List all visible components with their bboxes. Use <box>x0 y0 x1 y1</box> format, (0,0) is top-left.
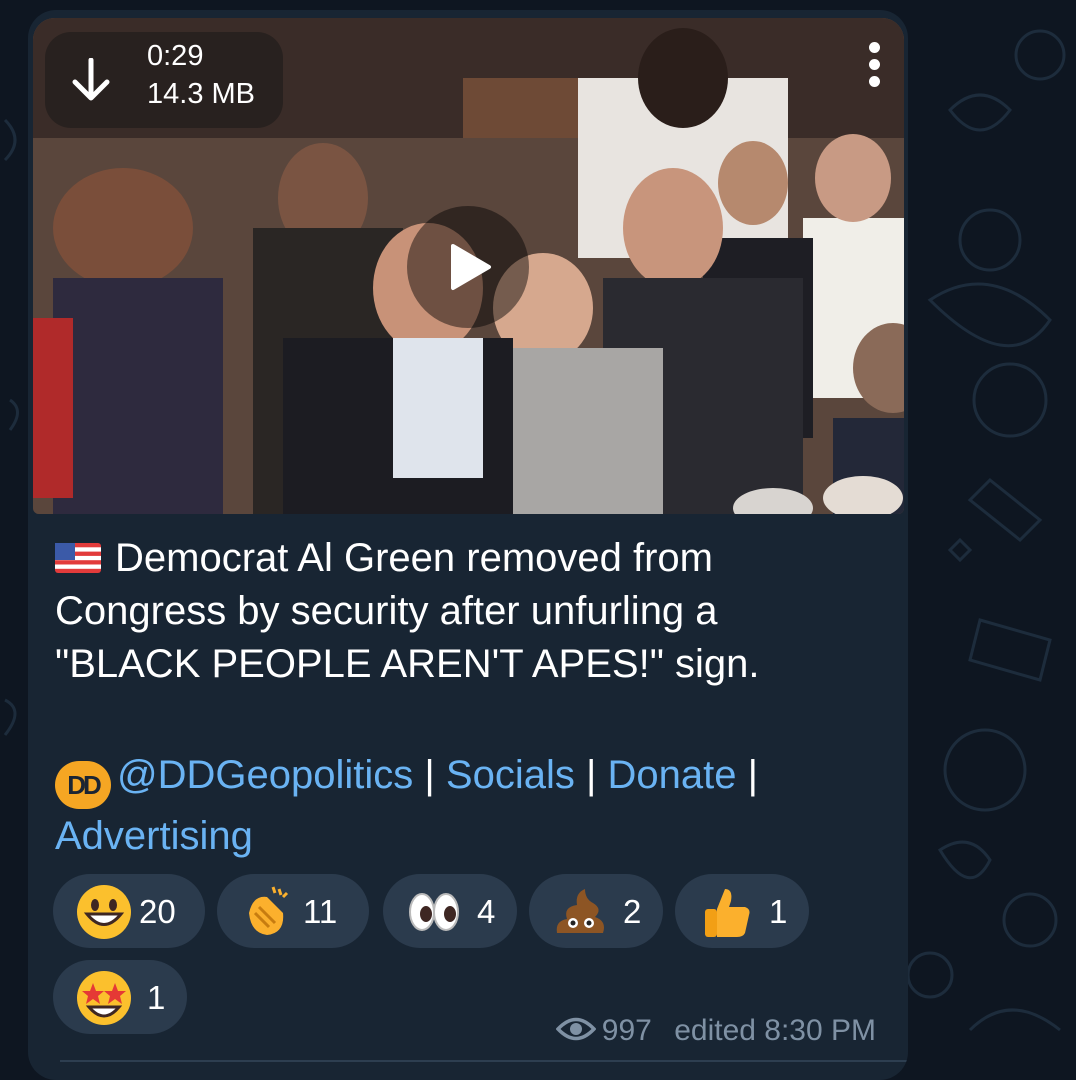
caption-line-3: "BLACK PEOPLE AREN'T APES!" sign. <box>55 642 760 686</box>
play-button[interactable] <box>407 206 529 328</box>
reaction-poo[interactable]: 2 <box>529 874 663 948</box>
star-struck-icon <box>77 971 131 1025</box>
message-text: Democrat Al Green removed from Congress … <box>55 532 855 691</box>
grinning-face-icon <box>77 885 131 939</box>
video-file-size: 14.3 MB <box>147 78 255 110</box>
message-bubble: 0:29 14.3 MB Democrat Al Green removed f… <box>28 10 908 1080</box>
donate-link[interactable]: Donate <box>607 753 736 797</box>
reaction-grinning[interactable]: 20 <box>53 874 205 948</box>
link-separator: | <box>424 753 435 797</box>
reaction-eyes[interactable]: 4 <box>383 874 517 948</box>
caption-line-2: Congress by security after unfurling a <box>55 589 718 633</box>
play-icon <box>451 244 491 290</box>
channel-links: DD @DDGeopolitics | Socials | Donate | Ad… <box>55 748 855 863</box>
reaction-thumbs-up[interactable]: 1 <box>675 874 809 948</box>
video-preview[interactable]: 0:29 14.3 MB <box>33 18 904 514</box>
video-duration: 0:29 <box>147 40 204 72</box>
thumbs-up-icon <box>705 889 750 937</box>
reaction-count: 4 <box>477 893 496 930</box>
link-separator: | <box>585 753 597 797</box>
reaction-clapping[interactable]: 11 <box>217 874 369 948</box>
pile-of-poo-icon <box>556 889 604 933</box>
dd-logo-icon: DD <box>55 761 111 809</box>
caption-line-1: Democrat Al Green removed from <box>115 536 713 580</box>
reaction-star-struck[interactable]: 1 <box>53 960 187 1034</box>
socials-link[interactable]: Socials <box>446 753 575 797</box>
more-options-icon[interactable] <box>862 42 886 92</box>
download-badge[interactable]: 0:29 14.3 MB <box>45 32 283 128</box>
channel-handle-link[interactable]: @DDGeopolitics <box>117 753 413 797</box>
reaction-count: 11 <box>303 893 338 930</box>
link-separator: | <box>747 753 758 797</box>
advertising-link[interactable]: Advertising <box>55 814 253 858</box>
reaction-count: 1 <box>769 893 788 930</box>
clapping-hands-icon <box>249 886 289 935</box>
edited-timestamp: edited 8:30 PM <box>674 1014 876 1047</box>
reaction-count: 20 <box>139 893 176 930</box>
divider <box>60 1060 908 1062</box>
reaction-count: 2 <box>623 893 642 930</box>
reaction-count: 1 <box>147 979 166 1016</box>
download-arrow-icon <box>72 58 110 101</box>
us-flag-emoji-icon <box>55 543 101 573</box>
views-count: 997 <box>601 1014 652 1047</box>
message-meta: 997 edited 8:30 PM <box>555 1014 876 1048</box>
eyes-icon <box>409 893 459 931</box>
views-eye-icon <box>555 1017 596 1041</box>
